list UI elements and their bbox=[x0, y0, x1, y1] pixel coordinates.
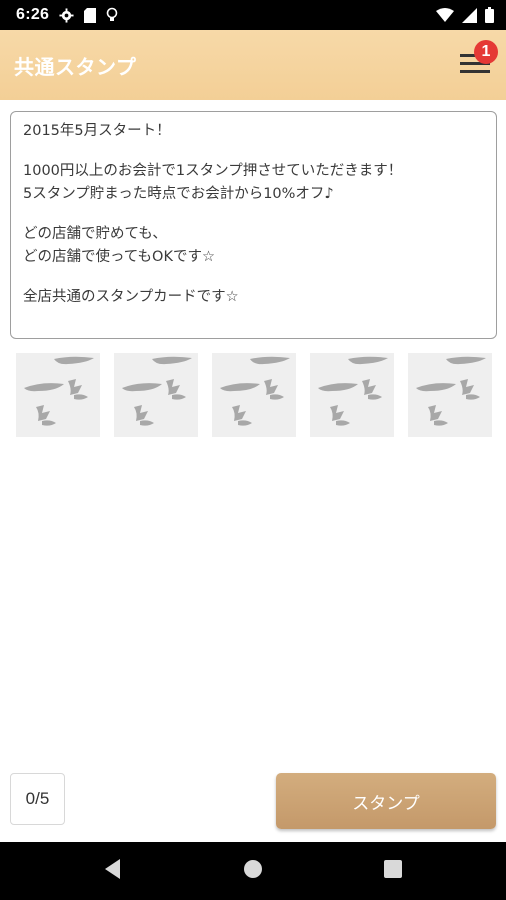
back-icon bbox=[104, 859, 122, 883]
brush-stamp-placeholder-icon bbox=[408, 351, 492, 439]
description-line: どの店舗で使ってもOKです☆ bbox=[23, 249, 215, 265]
home-button[interactable] bbox=[183, 859, 323, 883]
brush-stamp-placeholder-icon bbox=[310, 351, 394, 439]
menu-button[interactable]: 1 bbox=[458, 40, 498, 82]
brush-stamp-placeholder-icon bbox=[114, 351, 198, 439]
stamp-slot bbox=[408, 353, 492, 437]
description-line: 2015年5月スタート！ bbox=[23, 123, 171, 139]
description-box[interactable]: 2015年5月スタート！ 1000円以上のお会計で1スタンプ押させていただきます… bbox=[10, 111, 497, 339]
description-line: 1000円以上のお会計で1スタンプ押させていただきます！ bbox=[23, 163, 403, 179]
stamp-button[interactable]: スタンプ bbox=[276, 773, 496, 829]
recents-button[interactable] bbox=[323, 860, 463, 882]
battery-icon bbox=[485, 7, 494, 23]
stamp-slot bbox=[310, 353, 394, 437]
page-title: 共通スタンプ bbox=[14, 54, 137, 79]
notification-badge: 1 bbox=[474, 40, 498, 64]
app-bar: 共通スタンプ 1 bbox=[0, 30, 506, 100]
status-bar: 6:26 bbox=[0, 0, 506, 30]
status-time: 6:26 bbox=[16, 6, 50, 23]
description-line: どの店舗で貯めても、 bbox=[23, 226, 167, 242]
brush-stamp-placeholder-icon bbox=[212, 351, 296, 439]
stamp-counter: 0/5 bbox=[10, 773, 65, 825]
brush-stamp-placeholder-icon bbox=[16, 351, 100, 439]
stamp-slot bbox=[16, 353, 100, 437]
home-icon bbox=[243, 859, 263, 883]
stamp-slot bbox=[114, 353, 198, 437]
navigation-bar bbox=[0, 842, 506, 900]
description-line: 全店共通のスタンプカードです☆ bbox=[23, 289, 239, 305]
recents-icon bbox=[384, 860, 402, 882]
gear-icon bbox=[59, 7, 74, 23]
stamp-grid bbox=[16, 353, 492, 437]
wifi-icon bbox=[436, 8, 454, 22]
bulb-icon bbox=[106, 7, 118, 23]
stamp-slot bbox=[212, 353, 296, 437]
sd-card-icon bbox=[84, 7, 97, 23]
description-line: 5スタンプ貯まった時点でお会計から10%オフ♪ bbox=[23, 186, 334, 202]
back-button[interactable] bbox=[43, 859, 183, 883]
signal-icon bbox=[462, 7, 477, 23]
